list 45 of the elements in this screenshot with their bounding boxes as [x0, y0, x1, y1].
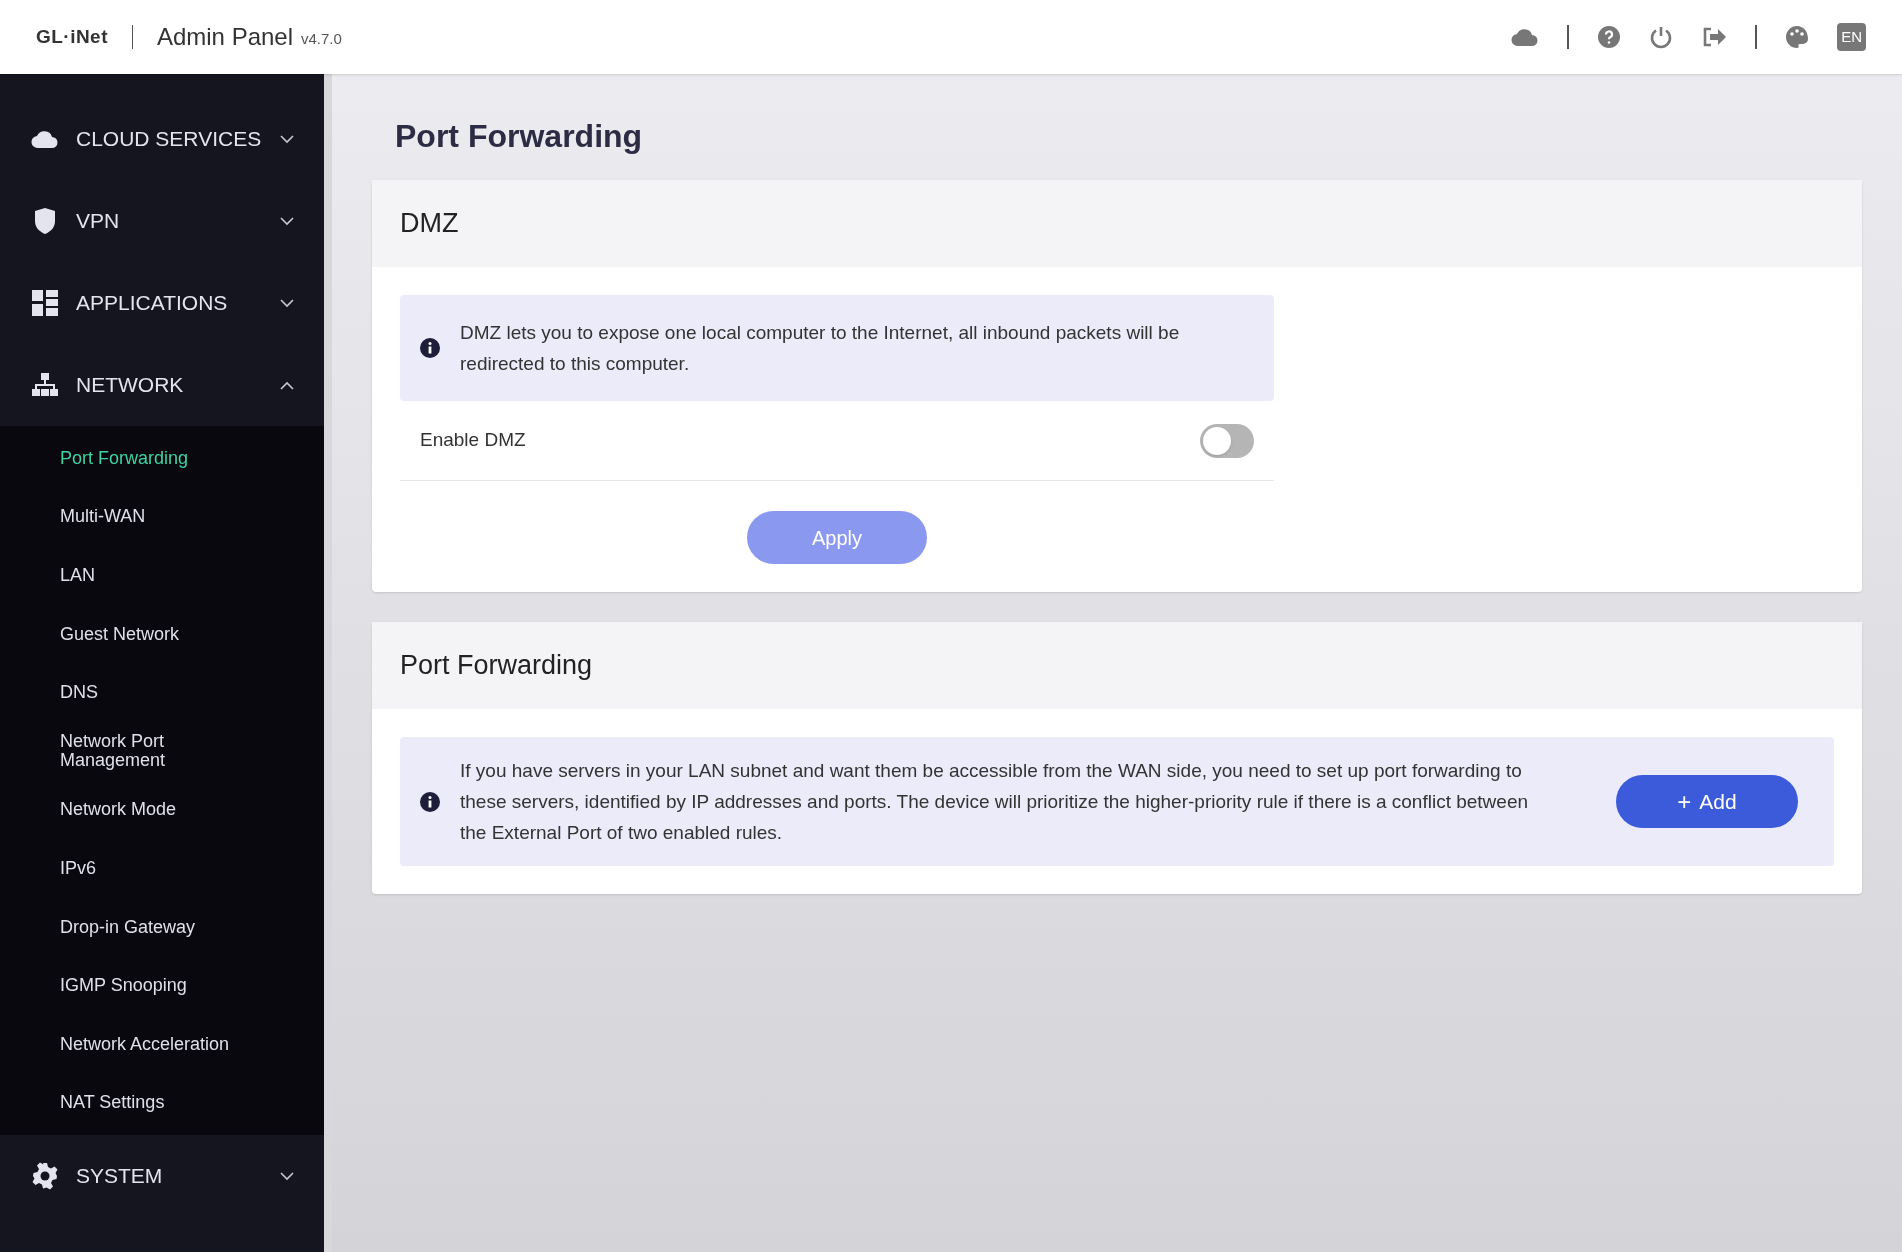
chevron-icon	[280, 134, 294, 144]
submenu-item[interactable]: Network Acceleration	[0, 1014, 324, 1074]
palette-icon[interactable]	[1785, 25, 1810, 49]
submenu-item[interactable]: IGMP Snooping	[0, 956, 324, 1015]
network-icon	[32, 373, 58, 397]
submenu-item[interactable]: DNS	[0, 663, 324, 722]
settings-icon	[31, 1162, 59, 1191]
language-button[interactable]: EN	[1837, 22, 1866, 52]
submenu-item[interactable]: NAT Settings	[0, 1073, 324, 1133]
submenu-item[interactable]: Guest Network	[0, 604, 324, 664]
logo: GL·iNet	[36, 24, 108, 49]
cloud-icon	[31, 129, 59, 149]
card-title: Port Forwarding	[400, 649, 593, 683]
info-text: DMZ lets you to expose one local computer to the Internet, all inbound packets will be redirected to this computer.	[460, 321, 1181, 376]
chevron-icon	[280, 298, 294, 308]
card-title: DMZ	[400, 207, 459, 241]
page-title: Port Forwarding	[395, 117, 644, 156]
sidebar-menu-item[interactable]: SYSTEM	[0, 1135, 324, 1218]
submenu-item[interactable]: Multi-WAN	[0, 487, 324, 547]
chevron-icon	[280, 216, 294, 226]
sidebar-menu-item[interactable]: VPN	[0, 180, 324, 262]
submenu-item[interactable]: Drop-in Gateway	[0, 897, 324, 957]
info-icon	[420, 791, 440, 812]
cloud-icon[interactable]	[1511, 27, 1540, 47]
sidebar-menu-item[interactable]: APPLICATIONS	[0, 262, 324, 344]
chevron-icon	[280, 1171, 294, 1181]
submenu-item[interactable]: Network Mode	[0, 780, 324, 840]
info-text: If you have servers in your LAN subnet and want them be accessible from the WAN side, you need to set up port forwarding to these servers, identified by IP addresses and ports. The device will prioritize the higher-priority rule if there is a conflict between the External Port of two enabled rules.	[460, 759, 1530, 845]
submenu-item[interactable]: Port Forwarding	[0, 429, 324, 488]
submenu-item[interactable]: IPv6	[0, 839, 324, 898]
help-icon[interactable]	[1597, 25, 1622, 49]
submenu-item[interactable]: Network Port Management	[0, 721, 324, 781]
logout-icon[interactable]	[1701, 26, 1728, 48]
submenu-item[interactable]: LAN	[0, 546, 324, 605]
sidebar-menu-item[interactable]: NETWORK	[0, 344, 324, 426]
toggle-label: Enable DMZ	[420, 428, 526, 453]
info-icon	[420, 338, 440, 358]
sidebar-menu-item[interactable]: CLOUD SERVICES	[0, 98, 324, 180]
chevron-icon	[280, 380, 294, 390]
add-button[interactable]: + Add	[1616, 775, 1798, 828]
app-title: Admin Panel	[156, 22, 293, 52]
grid-icon	[32, 290, 58, 316]
toggle-switch[interactable]	[1200, 423, 1254, 458]
version-label: v4.7.0	[301, 28, 342, 49]
power-icon[interactable]	[1649, 25, 1674, 49]
